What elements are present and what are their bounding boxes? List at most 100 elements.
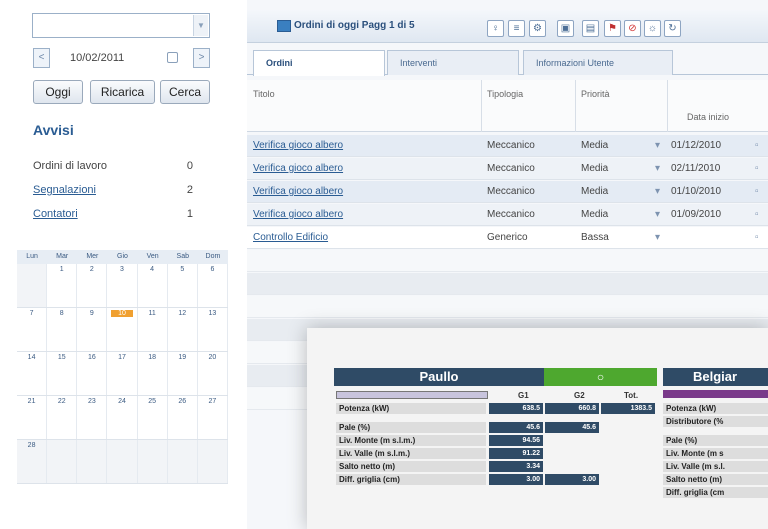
calendar-icon[interactable]: ▫ <box>755 186 759 197</box>
alert-link[interactable]: Segnalazioni <box>33 184 96 196</box>
order-start-date[interactable]: 01/10/2010 <box>671 186 721 197</box>
calendar-day[interactable] <box>197 440 228 483</box>
table-row[interactable]: Verifica gioco albero Meccanico Media ▾ 01/1… <box>247 181 768 203</box>
chevron-down-icon[interactable]: ▾ <box>655 209 660 220</box>
refresh-icon[interactable]: ↻ <box>664 20 681 37</box>
order-title-link[interactable]: Verifica gioco albero <box>253 186 343 197</box>
calendar-day[interactable]: 12 <box>167 308 198 351</box>
chevron-down-icon[interactable]: ▾ <box>655 232 660 243</box>
flag-icon[interactable]: ⚑ <box>604 20 621 37</box>
calendar-day[interactable]: 19 <box>167 352 198 395</box>
document-icon[interactable]: ▤ <box>582 20 599 37</box>
calendar-day[interactable] <box>77 440 108 483</box>
calendar-day[interactable]: 11 <box>137 308 168 351</box>
calendar-day[interactable]: 4 <box>137 264 168 307</box>
prev-date-button[interactable]: < <box>33 48 50 68</box>
list-icon[interactable]: ≡ <box>508 20 525 37</box>
calendar-icon[interactable]: ▫ <box>755 163 759 174</box>
col-priority[interactable]: Priorità <box>581 89 610 99</box>
col-title[interactable]: Titolo <box>253 89 275 99</box>
calendar-day[interactable]: 27 <box>197 396 228 439</box>
order-start-date[interactable]: 01/09/2010 <box>671 209 721 220</box>
table-row[interactable]: Verifica gioco albero Meccanico Media ▾ 01/0… <box>247 204 768 226</box>
calendar-day[interactable]: 1 <box>47 264 78 307</box>
calendar-day[interactable]: 3 <box>107 264 138 307</box>
order-priority[interactable]: Media <box>581 186 608 197</box>
chevron-down-icon[interactable]: ▾ <box>655 140 660 151</box>
calendar-day[interactable]: 16 <box>77 352 108 395</box>
next-date-button[interactable]: > <box>193 48 210 68</box>
calendar-day[interactable]: 8 <box>47 308 78 351</box>
calendar-day[interactable] <box>137 440 168 483</box>
plant-row-label: Liv. Valle (m s.l. <box>663 461 768 472</box>
plant-row-value: 94.56 <box>489 435 543 446</box>
date-field[interactable]: 10/02/2011 <box>54 48 184 68</box>
calendar-day[interactable]: 28 <box>17 440 48 483</box>
calendar-day[interactable] <box>17 264 48 307</box>
order-title-link[interactable]: Verifica gioco albero <box>253 209 343 220</box>
order-priority[interactable]: Media <box>581 163 608 174</box>
plant-row-value: 45.6 <box>489 422 543 433</box>
day-number: 4 <box>150 266 155 273</box>
calendar-day[interactable]: 2 <box>77 264 108 307</box>
calendar-day[interactable]: 17 <box>107 352 138 395</box>
calendar-day[interactable]: 13 <box>197 308 228 351</box>
calendar-day[interactable]: 18 <box>137 352 168 395</box>
calendar-day[interactable] <box>47 440 78 483</box>
order-priority[interactable]: Media <box>581 209 608 220</box>
chevron-down-icon[interactable]: ▾ <box>655 186 660 197</box>
pin-icon[interactable]: ♀ <box>487 20 504 37</box>
order-start-date[interactable]: 01/12/2010 <box>671 140 721 151</box>
calendar-day[interactable]: 15 <box>47 352 78 395</box>
reload-button[interactable]: Ricarica <box>90 80 155 104</box>
settings-icon[interactable]: ⚙ <box>529 20 546 37</box>
chevron-down-icon[interactable]: ▼ <box>193 15 208 36</box>
stop-icon[interactable]: ⊘ <box>624 20 641 37</box>
chevron-down-icon[interactable]: ▾ <box>655 163 660 174</box>
plant-row-label: Liv. Valle (m s.l.m.) <box>336 448 486 459</box>
calendar-icon[interactable]: ▫ <box>755 232 759 243</box>
order-priority[interactable]: Media <box>581 140 608 151</box>
col-type[interactable]: Tipologia <box>487 89 523 99</box>
table-row[interactable]: Verifica gioco albero Meccanico Media ▾ 01/1… <box>247 135 768 157</box>
calendar-icon[interactable]: ▫ <box>755 209 759 220</box>
col-start-date[interactable]: Data inizio <box>687 112 729 122</box>
calendar-day[interactable]: 6 <box>197 264 228 307</box>
calendar-icon[interactable]: ▫ <box>755 140 759 151</box>
order-priority[interactable]: Bassa <box>581 232 609 243</box>
bulb-icon[interactable]: ☼ <box>644 20 661 37</box>
calendar-day[interactable] <box>107 440 138 483</box>
calendar-icon[interactable] <box>167 52 178 63</box>
col-g1: G1 <box>518 391 529 400</box>
order-title-link[interactable]: Verifica gioco albero <box>253 140 343 151</box>
search-button[interactable]: Cerca <box>160 80 210 104</box>
tab-user-info[interactable]: Informazioni Utente <box>523 50 673 75</box>
calendar-day[interactable]: 5 <box>167 264 198 307</box>
calendar-day[interactable]: 25 <box>137 396 168 439</box>
calendar-day[interactable]: 9 <box>77 308 108 351</box>
order-start-date[interactable]: 02/11/2010 <box>671 163 720 174</box>
calendar-day[interactable]: 7 <box>17 308 48 351</box>
calendar-day[interactable]: 24 <box>107 396 138 439</box>
filter-combo[interactable]: ▼ <box>32 13 210 38</box>
calendar-day[interactable]: 23 <box>77 396 108 439</box>
calendar-weekdays: Lun Mar Mer Gio Ven Sab Dom <box>17 250 228 264</box>
order-title-link[interactable]: Verifica gioco albero <box>253 163 343 174</box>
calendar-day[interactable]: 26 <box>167 396 198 439</box>
calendar-day[interactable]: 10 <box>107 308 138 351</box>
calendar-day[interactable]: 14 <box>17 352 48 395</box>
table-row[interactable]: Verifica gioco albero Meccanico Media ▾ 02/1… <box>247 158 768 180</box>
save-icon[interactable]: ▣ <box>557 20 574 37</box>
tab-interventions[interactable]: Interventi <box>387 50 519 75</box>
calendar-day[interactable] <box>167 440 198 483</box>
calendar-day[interactable]: 22 <box>47 396 78 439</box>
alert-link[interactable]: Contatori <box>33 208 78 220</box>
plant-row-value: 45.6 <box>545 422 599 433</box>
table-row[interactable]: Controllo Edificio Generico Bassa ▾ ▫ <box>247 227 768 249</box>
today-button[interactable]: Oggi <box>33 80 83 104</box>
calendar-day[interactable]: 21 <box>17 396 48 439</box>
order-title-link[interactable]: Controllo Edificio <box>253 232 328 243</box>
calendar-day[interactable]: 20 <box>197 352 228 395</box>
alert-label: Ordini di lavoro <box>33 160 107 172</box>
tab-orders[interactable]: Ordini <box>253 50 385 76</box>
